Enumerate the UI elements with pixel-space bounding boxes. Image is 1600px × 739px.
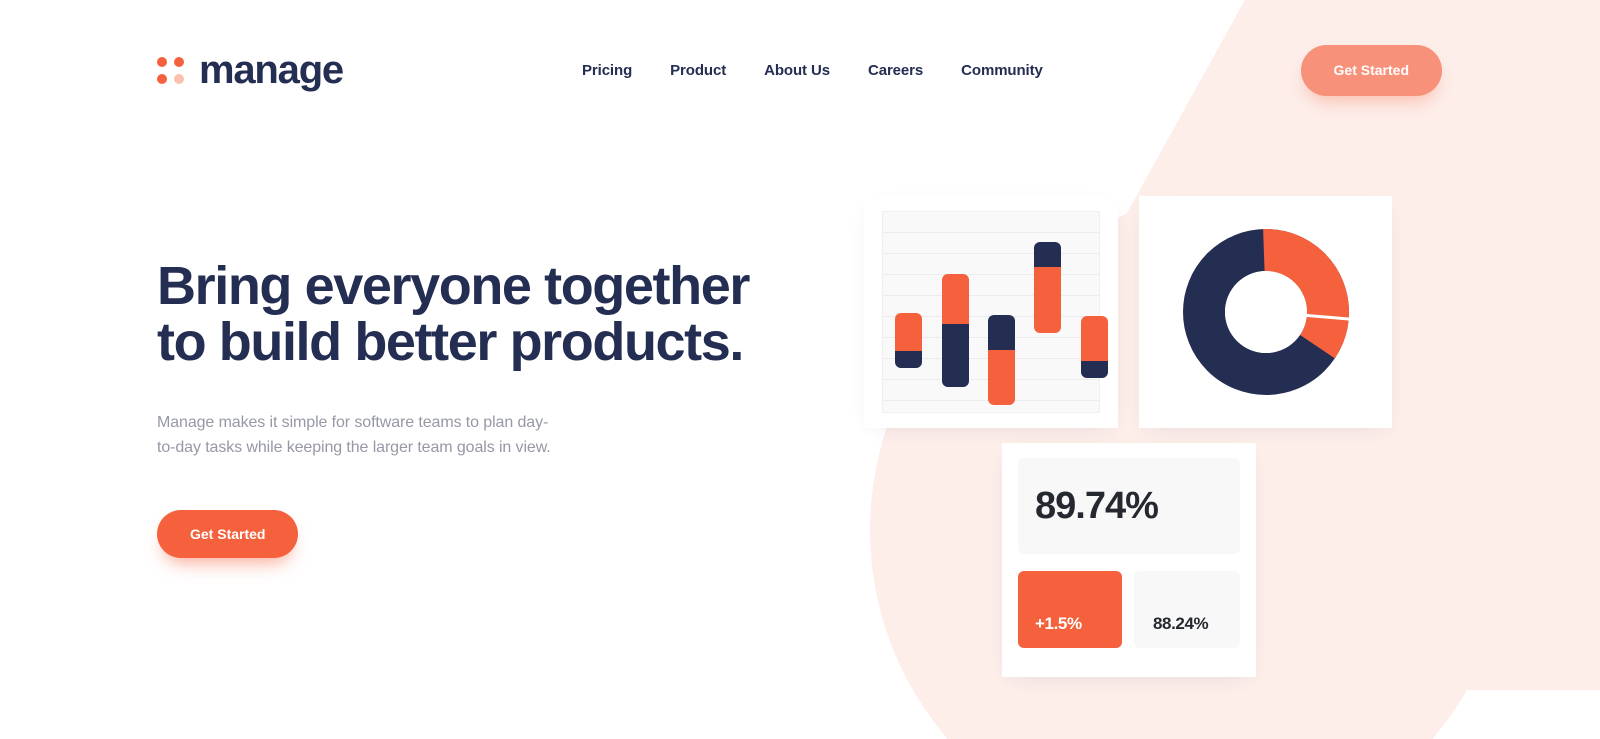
brand-logo[interactable]: manage (157, 47, 344, 93)
hero-content: Bring everyone together to build better … (157, 258, 777, 558)
bar-2 (942, 274, 969, 387)
bar-chart-card (864, 196, 1118, 428)
primary-stat-tile: 89.74% (1018, 458, 1240, 554)
bar-2-navy-segment (942, 324, 969, 387)
hero-paragraph: Manage makes it simple for software team… (157, 414, 551, 456)
brand-name: manage (199, 47, 344, 92)
bar-5-navy-segment (1081, 361, 1108, 378)
nav-item-pricing[interactable]: Pricing (582, 62, 651, 79)
bar-1 (895, 313, 922, 368)
bar-4-navy-segment (1034, 242, 1061, 267)
site-header: manage Pricing Product About Us Careers … (0, 0, 1600, 140)
four-dot-grid-icon (157, 56, 184, 84)
bar-3-orange-segment (988, 350, 1015, 405)
delta-stat-tile: +1.5% (1018, 571, 1122, 648)
donut-chart-card (1139, 196, 1392, 428)
hero-title: Bring everyone together to build better … (157, 258, 777, 370)
bar-5-orange-segment (1081, 316, 1108, 361)
logo-dot-faded (174, 73, 184, 84)
bar-4 (1034, 242, 1061, 333)
hero-title-line-2: to build better products. (157, 312, 744, 372)
bar-series-group (883, 212, 1108, 412)
nav-item-about-us[interactable]: About Us (745, 62, 849, 79)
nav-item-product[interactable]: Product (651, 62, 745, 79)
landing-page: manage Pricing Product About Us Careers … (0, 0, 1600, 739)
bar-chart-panel (882, 211, 1108, 413)
bar-1-navy-segment (895, 351, 922, 368)
secondary-stat-tile: 88.24% (1134, 571, 1240, 648)
primary-stat-value: 89.74% (1035, 484, 1159, 527)
hero-get-started-button[interactable]: Get Started (157, 510, 299, 558)
bar-1-orange-segment (895, 313, 922, 351)
bar-2-orange-segment (942, 274, 969, 324)
bar-3-navy-segment (988, 315, 1015, 350)
bar-5 (1081, 316, 1108, 378)
logo-dot (174, 56, 184, 67)
logo-dot (157, 56, 167, 67)
hero-title-line-1: Bring everyone together (157, 256, 750, 316)
bar-3 (988, 315, 1015, 405)
nav-item-careers[interactable]: Careers (849, 62, 942, 79)
secondary-stat-value: 88.24% (1153, 614, 1209, 633)
logo-dot (157, 73, 167, 84)
bar-4-orange-segment (1034, 267, 1061, 333)
stats-card: 89.74% +1.5% 88.24% (1002, 443, 1256, 677)
delta-stat-value: +1.5% (1035, 614, 1082, 633)
donut-hole (1224, 271, 1307, 353)
primary-navigation: Pricing Product About Us Careers Communi… (582, 62, 1062, 79)
donut-chart (1182, 229, 1349, 395)
nav-item-community[interactable]: Community (942, 62, 1062, 79)
header-get-started-button[interactable]: Get Started (1300, 45, 1442, 96)
